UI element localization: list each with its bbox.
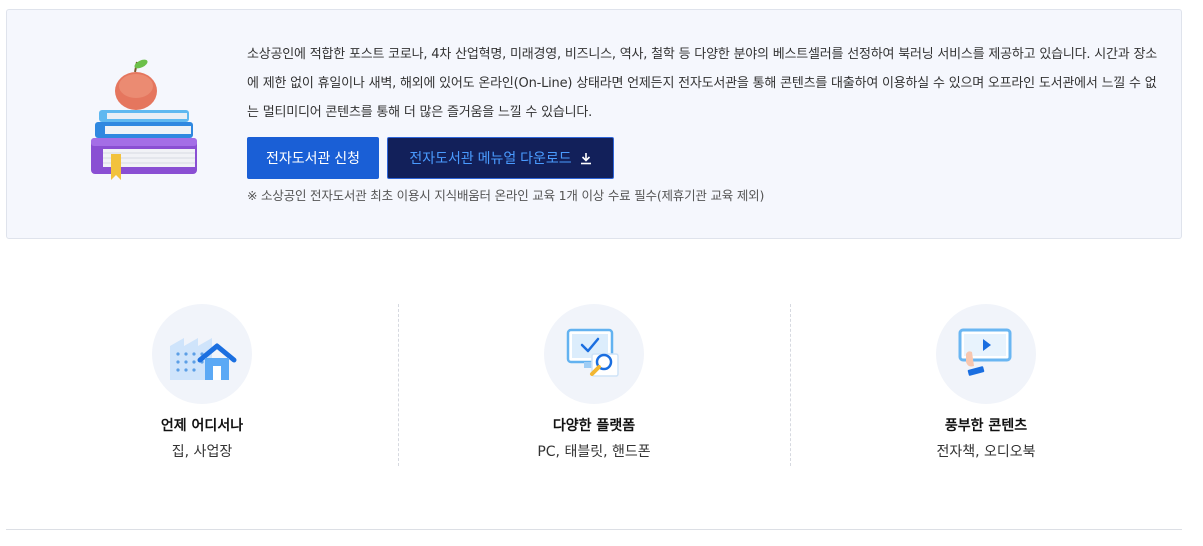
feature-rich-contents: 풍부한 콘텐츠 전자책, 오디오북 [790,304,1182,466]
buildings-home-icon [152,304,252,404]
feature-title: 풍부한 콘텐츠 [944,418,1028,434]
manual-download-button[interactable]: 전자도서관 메뉴얼 다운로드 [387,137,614,179]
feature-description: PC, 태블릿, 핸드폰 [537,444,651,460]
feature-description: 집, 사업장 [171,444,233,460]
monitor-search-icon [544,304,644,404]
manual-button-label: 전자도서관 메뉴얼 다운로드 [409,150,572,166]
video-player-hand-icon [936,304,1036,404]
feature-list: 언제 어디서나 집, 사업장 다양한 플랫폼 PC, 태블릿, 핸드폰 풍부한 … [6,304,1182,466]
books-with-apple-illustration [91,59,197,180]
download-icon [580,152,591,164]
usage-requirement-note: ※ 소상공인 전자도서관 최초 이용시 지식배움터 온라인 교육 1개 이상 수… [247,188,765,203]
feature-description: 전자책, 오디오북 [936,444,1036,460]
ebook-library-intro-box: 소상공인에 적합한 포스트 코로나, 4차 산업혁명, 미래경영, 비즈니스, … [6,9,1182,239]
feature-various-platforms: 다양한 플랫폼 PC, 태블릿, 핸드폰 [398,304,790,466]
apply-button-label: 전자도서관 신청 [265,150,361,166]
feature-title: 다양한 플랫폼 [552,418,636,434]
feature-anytime-anywhere: 언제 어디서나 집, 사업장 [6,304,398,466]
feature-title: 언제 어디서나 [160,418,244,434]
apply-ebook-library-button[interactable]: 전자도서관 신청 [247,137,379,179]
intro-description: 소상공인에 적합한 포스트 코로나, 4차 산업혁명, 미래경영, 비즈니스, … [247,47,1157,120]
intro-button-row: 전자도서관 신청 전자도서관 메뉴얼 다운로드 [247,137,614,179]
section-divider [6,529,1182,530]
